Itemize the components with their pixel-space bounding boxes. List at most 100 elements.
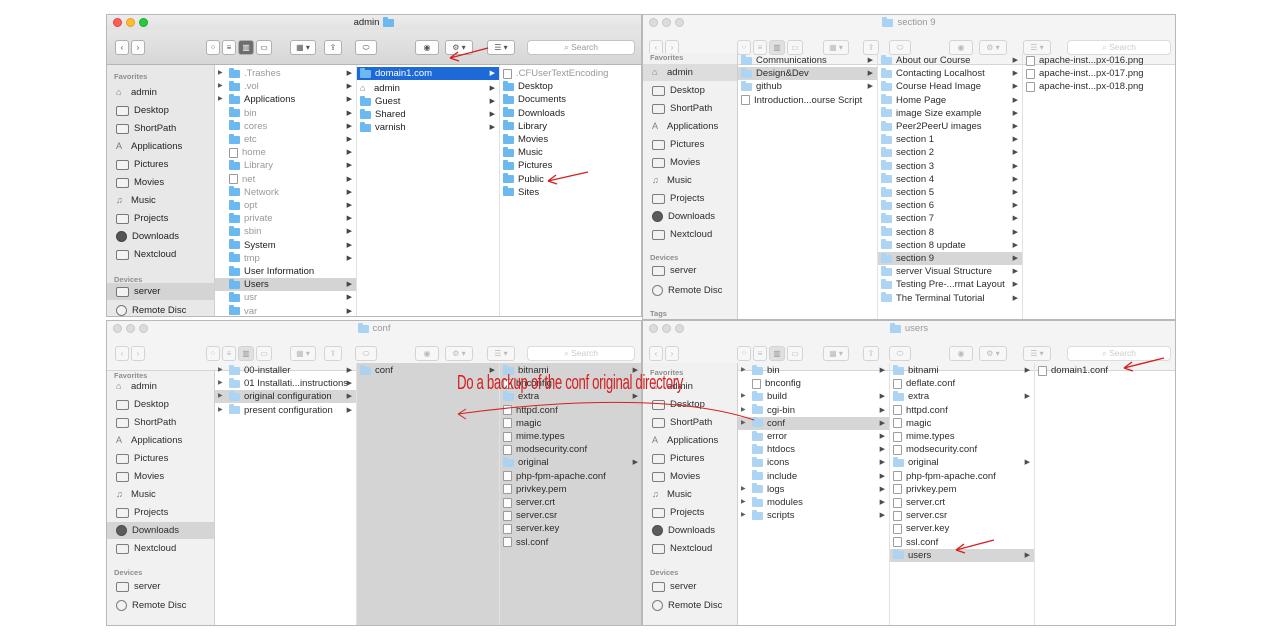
list-item[interactable]: ▶ bin ▶ [738,364,889,377]
title-bar[interactable]: conf [107,321,641,336]
icon-view-button[interactable]: ⁘ [737,346,751,361]
list-item[interactable]: mime.types [500,430,641,443]
sidebar-item-music[interactable]: ♫ Music [652,486,692,503]
sidebar-item-projects[interactable]: Projects [652,190,704,207]
sidebar-item-remote-disc[interactable]: Remote Disc [652,597,722,614]
list-item[interactable]: ▶ logs ▶ [738,483,889,496]
arrange-button[interactable]: ▦ ▾ [290,346,316,361]
list-item[interactable]: domain1.com ▶ [357,67,499,80]
list-item[interactable]: original ▶ [500,456,641,469]
list-item[interactable]: ▶ original configuration ▶ [215,390,356,404]
back-button[interactable]: ‹ [115,40,129,55]
list-item[interactable]: users ▶ [890,548,1034,562]
list-item[interactable]: php-fpm-apache.conf [500,470,641,483]
list-item[interactable]: Network ▶ [215,186,356,199]
list-item[interactable]: .CFUserTextEncoding [500,67,641,80]
list-item[interactable]: ▶ 01 Installati...instructions ▶ [215,377,356,390]
list-item[interactable]: cores ▶ [215,120,356,133]
disclosure-triangle-icon[interactable]: ▶ [741,417,748,430]
sidebar-item-shortpath[interactable]: ShortPath [116,120,176,137]
list-item[interactable]: System ▶ [215,239,356,252]
sidebar-item-projects[interactable]: Projects [116,504,168,521]
zoom-button[interactable] [675,18,684,27]
forward-button[interactable]: › [131,346,145,361]
list-item[interactable]: server.csr [500,509,641,522]
list-item[interactable]: section 1 ▶ [878,133,1022,146]
share-button[interactable]: ⇪ [863,346,879,361]
arrange-button[interactable]: ▦ ▾ [823,346,849,361]
list-item[interactable]: Library ▶ [215,159,356,172]
back-button[interactable]: ‹ [115,346,129,361]
finder-window-conf[interactable]: conf ‹ › ⁘ ≡ ▥ ▭ ▦ ▾ ⇪ ⬭ ◉ ⚙ ▾ ☰ ▾ ⌕ Sea… [106,320,642,626]
list-item[interactable]: opt ▶ [215,199,356,212]
list-item[interactable]: section 3 ▶ [878,160,1022,173]
list-item[interactable]: ▶ Applications ▶ [215,93,356,106]
list-view-button[interactable]: ≡ [222,346,236,361]
list-item[interactable]: etc ▶ [215,133,356,146]
path-button[interactable]: ☰ ▾ [487,346,515,361]
list-item[interactable]: Design&Dev ▶ [738,67,877,81]
list-item[interactable]: usr ▶ [215,291,356,304]
finder-window-admin[interactable]: admin ‹ › ⁘ ≡ ▥ ▭ ▦ ▾ ⇪ ⬭ ◉ ⚙ ▾ ☰ ▾ ⌕ Se… [106,14,642,317]
share-button[interactable]: ⇪ [324,40,342,55]
back-button[interactable]: ‹ [649,346,663,361]
sidebar-item-shortpath[interactable]: ShortPath [116,414,176,431]
icon-view-button[interactable]: ⁘ [206,346,220,361]
list-item[interactable]: ▶ scripts ▶ [738,509,889,522]
list-item[interactable]: bnconfig [738,377,889,390]
list-item[interactable]: httpd.conf [890,404,1034,417]
sidebar-item-music[interactable]: ♫ Music [652,172,692,189]
list-item[interactable]: Testing Pre-...rmat Layout ▶ [878,278,1022,291]
sidebar-item-pictures[interactable]: Pictures [116,156,168,173]
sidebar-item-shortpath[interactable]: ShortPath [652,414,712,431]
tag-button[interactable]: ⬭ [889,346,911,361]
list-item[interactable]: server Visual Structure ▶ [878,265,1022,278]
list-item[interactable]: ▶ 00-installer ▶ [215,364,356,377]
list-item[interactable]: github ▶ [738,80,877,93]
sidebar-item-nextcloud[interactable]: Nextcloud [652,540,712,557]
sidebar-item-server[interactable]: server [107,283,214,300]
list-item[interactable]: section 8 ▶ [878,226,1022,239]
list-item[interactable]: Communications ▶ [738,54,877,67]
sidebar-item-remote-disc[interactable]: Remote Disc [116,302,186,316]
sidebar-item-admin[interactable]: ⌂ admin [643,64,737,81]
close-button[interactable] [113,324,122,333]
disclosure-triangle-icon[interactable]: ▶ [218,364,225,377]
sidebar-item-downloads[interactable]: Downloads [652,208,715,225]
sidebar-item-movies[interactable]: Movies [652,468,700,485]
list-item[interactable]: htdocs ▶ [738,443,889,456]
list-item[interactable]: net ▶ [215,173,356,186]
list-item[interactable]: The Terminal Tutorial ▶ [878,292,1022,305]
list-item[interactable]: section 9 ▶ [878,252,1022,265]
list-item[interactable]: About our Course ▶ [878,54,1022,67]
list-item[interactable]: server.key [500,522,641,535]
sidebar-item-applications[interactable]: A Applications [652,118,718,135]
sidebar-item-music[interactable]: ♫ Music [116,486,156,503]
minimize-button[interactable] [662,18,671,27]
tag-button[interactable]: ⬭ [355,346,377,361]
disclosure-triangle-icon[interactable]: ▶ [741,404,748,417]
list-item[interactable]: ▶ cgi-bin ▶ [738,404,889,417]
list-item[interactable]: server.csr [890,509,1034,522]
disclosure-triangle-icon[interactable]: ▶ [218,80,225,93]
sidebar-item-applications[interactable]: A Applications [652,432,718,449]
sidebar-item-server[interactable]: server [652,262,696,279]
list-item[interactable]: Users ▶ [215,278,356,292]
minimize-button[interactable] [126,324,135,333]
list-item[interactable]: Introduction...ourse Script [738,94,877,107]
list-item[interactable]: magic [500,417,641,430]
zoom-button[interactable] [139,18,148,27]
list-item[interactable]: modsecurity.conf [890,443,1034,456]
list-item[interactable]: ▶ conf ▶ [738,416,889,430]
forward-button[interactable]: › [665,346,679,361]
list-item[interactable]: section 2 ▶ [878,146,1022,159]
search-input[interactable]: ⌕ Search [527,346,635,361]
list-item[interactable]: Home Page ▶ [878,94,1022,107]
list-item[interactable]: apache-inst...px-018.png [1023,80,1175,93]
list-item[interactable]: Pictures▶ [500,159,641,172]
list-item[interactable]: ▶ build ▶ [738,390,889,403]
close-button[interactable] [113,18,122,27]
list-item[interactable]: Documents▶ [500,93,641,106]
sidebar-item-downloads[interactable]: Downloads [116,228,179,245]
list-item[interactable]: original ▶ [890,456,1034,469]
